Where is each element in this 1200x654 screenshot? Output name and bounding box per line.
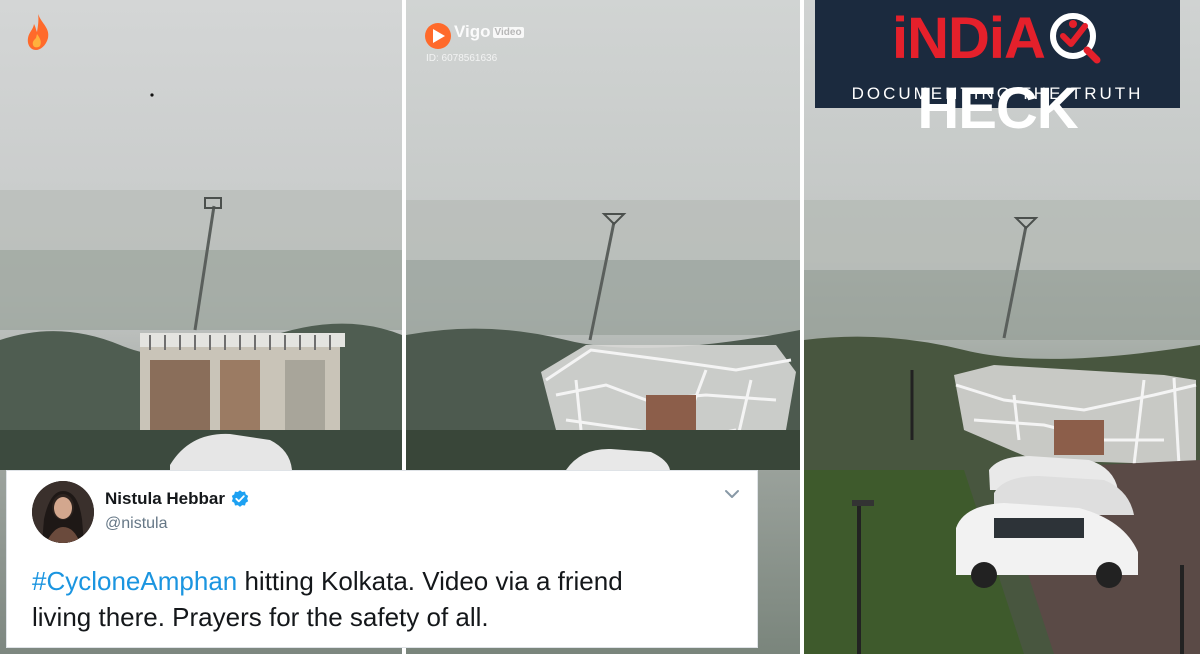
- magnifier-check-icon: [1049, 13, 1101, 64]
- tweet-text-line1: hitting Kolkata. Video via a friend: [237, 566, 623, 596]
- author-name-text: Nistula Hebbar: [105, 489, 225, 508]
- verified-badge-icon: [231, 490, 249, 507]
- indiacheck-logo: iNDiA HECK DOCUMENTING THE TRUTH: [815, 0, 1180, 141]
- tweet-text-line2: living there. Prayers for the safety of …: [32, 602, 489, 632]
- vigo-watermark: Vigo Video: [424, 22, 524, 42]
- hashtag-link[interactable]: #CycloneAmphan: [32, 566, 237, 596]
- vigo-name: Vigo: [454, 22, 491, 41]
- tweet-author-handle[interactable]: @nistula: [105, 515, 168, 533]
- avatar[interactable]: [32, 481, 94, 543]
- vigo-id: ID: 6078561636: [426, 53, 498, 64]
- vigo-sub: Video: [492, 26, 524, 38]
- tweet-card: Nistula Hebbar @nistula #CycloneAmphan h…: [6, 470, 758, 648]
- tweet-author-name[interactable]: Nistula Hebbar: [105, 489, 250, 509]
- tweet-text: #CycloneAmphan hitting Kolkata. Video vi…: [32, 563, 732, 635]
- logo-text-india: iNDiA: [892, 6, 1046, 71]
- chevron-down-icon[interactable]: [723, 485, 741, 503]
- logo-tagline: DOCUMENTING THE TRUTH: [851, 84, 1144, 103]
